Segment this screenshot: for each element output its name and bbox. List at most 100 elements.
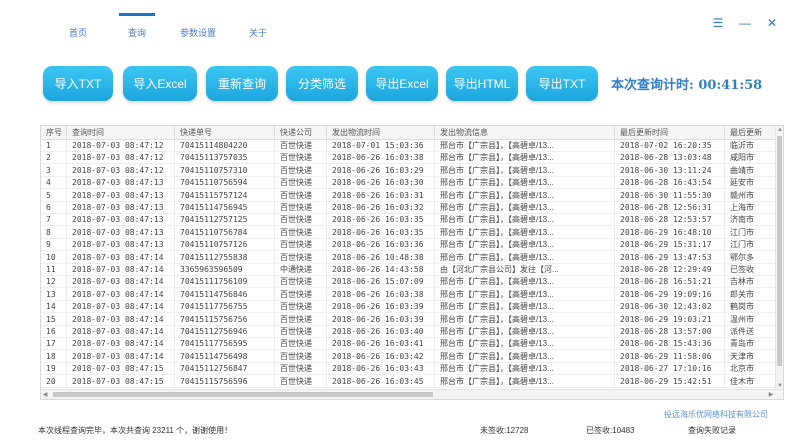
table-cell: 70415114804220 — [175, 140, 275, 151]
table-cell: 百世快递 — [275, 189, 327, 201]
table-cell: 2018-06-28 13:57:00 — [615, 326, 725, 337]
failed-records-link[interactable]: 查询失败记录 — [688, 425, 736, 436]
table-cell: 70415110756594 — [175, 177, 275, 189]
export-txt-button[interactable]: 导出TXT — [526, 66, 598, 101]
table-cell: 70415117756595 — [175, 338, 275, 350]
table-cell: 邢台市【广宗县】，【高碧卓/13... — [435, 239, 615, 251]
requery-button[interactable]: 重新查询 — [206, 66, 278, 101]
table-row[interactable]: 15 2018-07-03 08:47:14 70415115756756 百世快递 2… — [41, 313, 783, 326]
table-row[interactable]: 2 2018-07-03 08:47:12 70415113757035 百世快递 20… — [41, 152, 783, 165]
status-bar: 本次线程查询完毕，本次共查询 23211 个，谢谢使用！ 未签收:12728 已… — [38, 425, 788, 439]
table-cell: 2018-07-03 08:47:13 — [67, 177, 175, 189]
table-cell: 2018-06-26 16:03:39 — [327, 301, 435, 313]
table-row[interactable]: 13 2018-07-03 08:47:14 70415114756846 百世快递 2… — [41, 288, 783, 301]
column-header[interactable]: 序号 — [41, 126, 67, 139]
tab-settings[interactable]: 参数设置 — [176, 26, 220, 42]
horizontal-scrollbar[interactable]: ◀ ▶ — [41, 389, 783, 399]
tab-home[interactable]: 首页 — [66, 26, 90, 42]
import-excel-button[interactable]: 导入Excel — [123, 66, 197, 101]
table-cell: 2018-07-03 08:47:14 — [67, 326, 175, 337]
table-cell: 2018-07-03 08:47:14 — [67, 288, 175, 300]
tab-about[interactable]: 关于 — [246, 26, 270, 42]
unsigned-count: 未签收:12728 — [480, 426, 529, 435]
table-cell: 2018-06-29 19:03:21 — [615, 313, 725, 325]
minimize-icon[interactable]: — — [738, 16, 752, 30]
table-cell: 邢台市【广宗县】，【高碧卓/13... — [435, 251, 615, 263]
table-row[interactable]: 19 2018-07-03 08:47:15 70415112756847 百世快递 2… — [41, 363, 783, 376]
table-cell: 百世快递 — [275, 177, 327, 189]
table-row[interactable]: 4 2018-07-03 08:47:13 70415110756594 百世快递 20… — [41, 177, 783, 190]
table-cell: 2018-07-03 08:47:12 — [67, 140, 175, 151]
column-header[interactable]: 最后更新时间 — [615, 126, 725, 139]
table-row[interactable]: 1 2018-07-03 08:47:12 70415114804220 百世快递 20… — [41, 140, 783, 152]
table-cell: 邢台市【广宗县】，【高碧卓/13... — [435, 189, 615, 201]
horizontal-scroll-thumb[interactable] — [53, 392, 433, 397]
scroll-right-icon[interactable]: ▶ — [767, 391, 775, 399]
company-link[interactable]: 投远海乐优网络科技有限公司 — [664, 409, 768, 420]
table-cell: 2018-07-03 08:47:15 — [67, 363, 175, 375]
table-row[interactable]: 7 2018-07-03 08:47:13 70415112757125 百世快递 20… — [41, 214, 783, 227]
table-cell: 8 — [41, 226, 67, 238]
table-cell: 2018-07-01 15:03:36 — [327, 140, 435, 151]
table-cell: 2018-07-03 08:47:14 — [67, 301, 175, 313]
table-cell: 2018-06-26 16:03:42 — [327, 350, 435, 362]
table-cell: 邢台市【广宗县】，【高碧卓/13... — [435, 140, 615, 151]
table-row[interactable]: 20 2018-07-03 08:47:15 70415115756596 百世快递 2… — [41, 375, 783, 388]
tab-query[interactable]: 查询 — [119, 13, 155, 42]
table-cell: 70415115756756 — [175, 313, 275, 325]
table-row[interactable]: 18 2018-07-03 08:47:14 70415114756498 百世快递 2… — [41, 350, 783, 363]
table-row[interactable]: 12 2018-07-03 08:47:14 70415111756109 百世快递 2… — [41, 276, 783, 289]
import-txt-button[interactable]: 导入TXT — [43, 66, 113, 101]
column-header[interactable]: 快递单号 — [175, 126, 275, 139]
table-cell: 14 — [41, 301, 67, 313]
table-cell: 70415117756755 — [175, 301, 275, 313]
scroll-up-icon[interactable]: ▲ — [776, 126, 783, 134]
table-cell: 70415112756847 — [175, 363, 275, 375]
table-row[interactable]: 17 2018-07-03 08:47:14 70415117756595 百世快递 2… — [41, 338, 783, 351]
export-html-button[interactable]: 导出HTML — [446, 66, 518, 101]
close-icon[interactable]: ✕ — [765, 16, 779, 30]
table-cell: 9 — [41, 239, 67, 251]
table-cell: 百世快递 — [275, 251, 327, 263]
table-cell: 2018-07-03 08:47:14 — [67, 338, 175, 350]
column-header[interactable]: 快递公司 — [275, 126, 327, 139]
table-cell: 70415115756596 — [175, 375, 275, 387]
table-cell: 2018-07-03 08:47:14 — [67, 313, 175, 325]
table-cell: 邢台市【广宗县】，【高碧卓/13... — [435, 152, 615, 164]
table-cell: 2018-06-26 14:43:58 — [327, 264, 435, 275]
table-row[interactable]: 6 2018-07-03 08:47:13 70415114756945 百世快递 20… — [41, 202, 783, 214]
table-cell: 10 — [41, 251, 67, 263]
table-cell: 2018-06-26 16:03:45 — [327, 375, 435, 387]
table-cell: 2018-06-26 16:03:41 — [327, 338, 435, 350]
table-cell: 邢台市【广宗县】，【高碧卓/13... — [435, 164, 615, 176]
table-row[interactable]: 16 2018-07-03 08:47:14 70415112756946 百世快递 2… — [41, 326, 783, 338]
column-header[interactable]: 查询时间 — [67, 126, 175, 139]
table-row[interactable]: 5 2018-07-03 08:47:13 70415115757124 百世快递 20… — [41, 189, 783, 202]
scroll-left-icon[interactable]: ◀ — [41, 391, 49, 399]
table-cell: 百世快递 — [275, 164, 327, 176]
table-row[interactable]: 8 2018-07-03 08:47:13 70415110756784 百世快递 20… — [41, 226, 783, 239]
table-cell: 2018-07-03 08:47:12 — [67, 164, 175, 176]
table-cell: 2018-07-03 08:47:14 — [67, 264, 175, 275]
export-excel-button[interactable]: 导出Excel — [366, 66, 438, 101]
table-row[interactable]: 10 2018-07-03 08:47:14 70415112755838 百世快递 2… — [41, 251, 783, 264]
vertical-scroll-thumb[interactable] — [777, 136, 782, 366]
table-row[interactable]: 11 2018-07-03 08:47:14 3365963596509 中通快递 20… — [41, 264, 783, 276]
table-cell: 2018-06-29 19:09:16 — [615, 288, 725, 300]
table-cell: 2018-06-28 16:43:54 — [615, 177, 725, 189]
table-cell: 2018-06-26 16:03:35 — [327, 214, 435, 226]
table-cell: 2018-06-26 16:03:32 — [327, 202, 435, 213]
table-row[interactable]: 14 2018-07-03 08:47:14 70415117756755 百世快递 2… — [41, 301, 783, 314]
filter-button[interactable]: 分类筛选 — [286, 66, 358, 101]
column-header[interactable]: 发出物流信息 — [435, 126, 615, 139]
table-cell: 邢台市【广宗县】，【高碧卓/13... — [435, 313, 615, 325]
column-header[interactable]: 发出物流时间 — [327, 126, 435, 139]
vertical-scrollbar[interactable]: ▲ ▼ — [775, 126, 783, 390]
table-row[interactable]: 3 2018-07-03 08:47:12 70415110757310 百世快递 20… — [41, 164, 783, 177]
table-cell: 4 — [41, 177, 67, 189]
table-cell: 百世快递 — [275, 214, 327, 226]
table-cell: 70415110756784 — [175, 226, 275, 238]
table-row[interactable]: 9 2018-07-03 08:47:13 70415110757126 百世快递 20… — [41, 239, 783, 252]
table-cell: 2018-06-28 15:43:36 — [615, 338, 725, 350]
menu-icon[interactable]: ☰ — [711, 16, 725, 30]
